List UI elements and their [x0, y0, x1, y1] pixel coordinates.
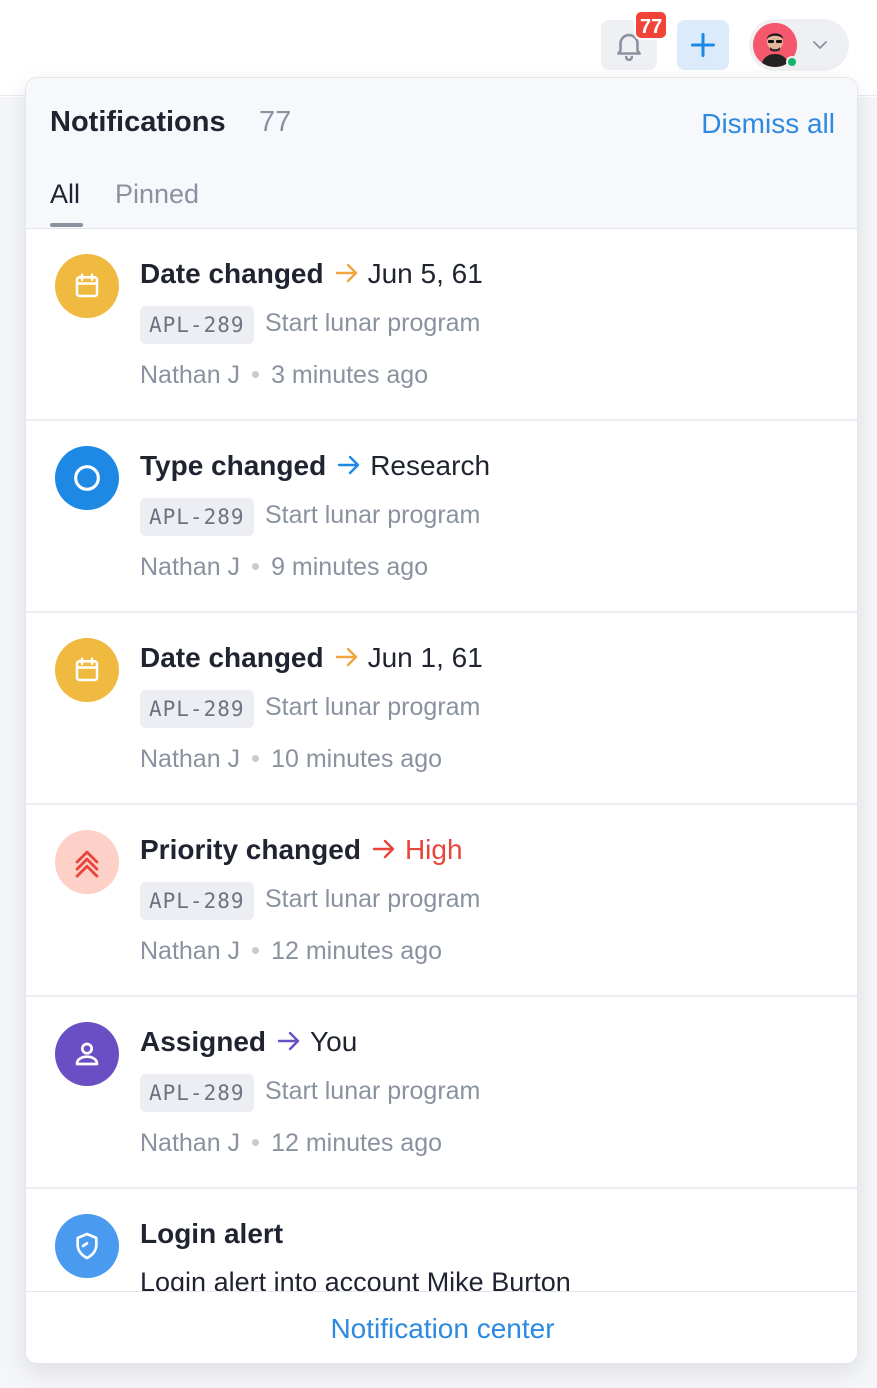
notification-item[interactable]: Priority changed High APL-289 Start lunar… [26, 805, 857, 997]
shield-icon [76, 1232, 98, 1260]
notification-type-badge [55, 638, 119, 702]
notification-type-badge [55, 254, 119, 318]
notification-list[interactable]: Date changed Jun 5, 61 APL-289 Start luna… [26, 229, 857, 1291]
notification-item[interactable]: Date changed Jun 1, 61 APL-289 Start luna… [26, 613, 857, 805]
active-tab-indicator [50, 223, 83, 227]
dismiss-all-button[interactable]: Dismiss all [701, 108, 835, 140]
arrow-right-icon [335, 263, 357, 283]
issue-key-badge[interactable]: APL-289 [140, 306, 254, 344]
issue-title[interactable]: Start lunar program [265, 693, 480, 722]
calendar-icon [75, 273, 99, 298]
issue-key-badge[interactable]: APL-289 [140, 690, 254, 728]
notification-item[interactable]: Type changed Research APL-289 Start lunar… [26, 421, 857, 613]
notification-title: Date changed [140, 258, 324, 289]
author-name: Nathan J [140, 361, 241, 389]
notification-new-value: You [310, 1026, 358, 1057]
timestamp: 9 minutes ago [271, 553, 429, 581]
user-icon [75, 1042, 99, 1066]
notification-type-badge [55, 446, 119, 510]
priority-high-icon [75, 850, 99, 878]
plus-icon [690, 32, 716, 58]
notification-body: Login alert into account Mike Burton [140, 1267, 571, 1291]
issue-title[interactable]: Start lunar program [265, 885, 480, 914]
notification-title: Date changed [140, 642, 324, 673]
notification-new-value: Jun 5, 61 [367, 258, 483, 289]
notification-item[interactable]: Assigned You APL-289 Start lunar program … [26, 997, 857, 1189]
notification-item[interactable]: Date changed Jun 5, 61 APL-289 Start luna… [26, 229, 857, 421]
arrow-right-icon [337, 455, 360, 475]
circle-icon [74, 465, 100, 491]
online-status-dot [786, 56, 798, 68]
tab-all[interactable]: All [50, 179, 80, 210]
chevron-down-icon [813, 41, 827, 49]
timestamp: 12 minutes ago [271, 937, 443, 965]
notification-title: Assigned [140, 1026, 267, 1057]
separator-dot [252, 947, 260, 954]
separator-dot [252, 563, 260, 570]
author-name: Nathan J [140, 553, 241, 581]
timestamp: 12 minutes ago [271, 1129, 443, 1157]
user-menu-button[interactable] [749, 19, 849, 71]
notification-meta: Nathan J 10 minutes ago [140, 745, 442, 774]
author-name: Nathan J [140, 1129, 241, 1157]
tab-pinned[interactable]: Pinned [115, 179, 199, 210]
notification-new-value: High [404, 834, 463, 865]
notification-type-badge [55, 1022, 119, 1086]
arrow-right-icon [335, 647, 357, 667]
notifications-panel: Notifications 77 Dismiss all All Pinned … [25, 77, 858, 1364]
create-button[interactable] [677, 20, 729, 70]
issue-title[interactable]: Start lunar program [265, 309, 480, 338]
panel-count: 77 [259, 106, 292, 138]
notification-item[interactable]: Login alert Login alert into account Mik… [26, 1189, 857, 1291]
notification-title: Type changed [140, 450, 327, 481]
notification-meta: Nathan J 9 minutes ago [140, 553, 428, 582]
panel-header: Notifications 77 Dismiss all All Pinned [26, 78, 857, 229]
notification-new-value: Research [370, 450, 491, 481]
issue-key-badge[interactable]: APL-289 [140, 882, 254, 920]
arrow-right-icon [277, 1031, 300, 1051]
separator-dot [252, 1139, 260, 1146]
notification-title: Priority changed [140, 834, 361, 865]
panel-footer: Notification center [26, 1291, 857, 1363]
notification-type-badge [55, 1214, 119, 1278]
separator-dot [252, 371, 260, 378]
arrow-right-icon [372, 839, 395, 859]
notification-type-badge [55, 830, 119, 894]
notification-meta: Nathan J 12 minutes ago [140, 937, 442, 966]
separator-dot [252, 755, 260, 762]
notification-meta: Nathan J 12 minutes ago [140, 1129, 442, 1158]
notification-center-link[interactable]: Notification center [330, 1313, 554, 1345]
author-name: Nathan J [140, 937, 241, 965]
author-name: Nathan J [140, 745, 241, 773]
issue-title[interactable]: Start lunar program [265, 501, 480, 530]
timestamp: 10 minutes ago [271, 745, 443, 773]
notification-count-badge: 77 [634, 10, 669, 40]
panel-title: Notifications [50, 106, 226, 138]
issue-key-badge[interactable]: APL-289 [140, 498, 254, 536]
timestamp: 3 minutes ago [271, 361, 429, 389]
notification-title: Login alert [140, 1218, 284, 1249]
issue-key-badge[interactable]: APL-289 [140, 1074, 254, 1112]
issue-title[interactable]: Start lunar program [265, 1077, 480, 1106]
calendar-icon [75, 657, 99, 682]
notification-meta: Nathan J 3 minutes ago [140, 361, 428, 390]
notification-new-value: Jun 1, 61 [367, 642, 483, 673]
